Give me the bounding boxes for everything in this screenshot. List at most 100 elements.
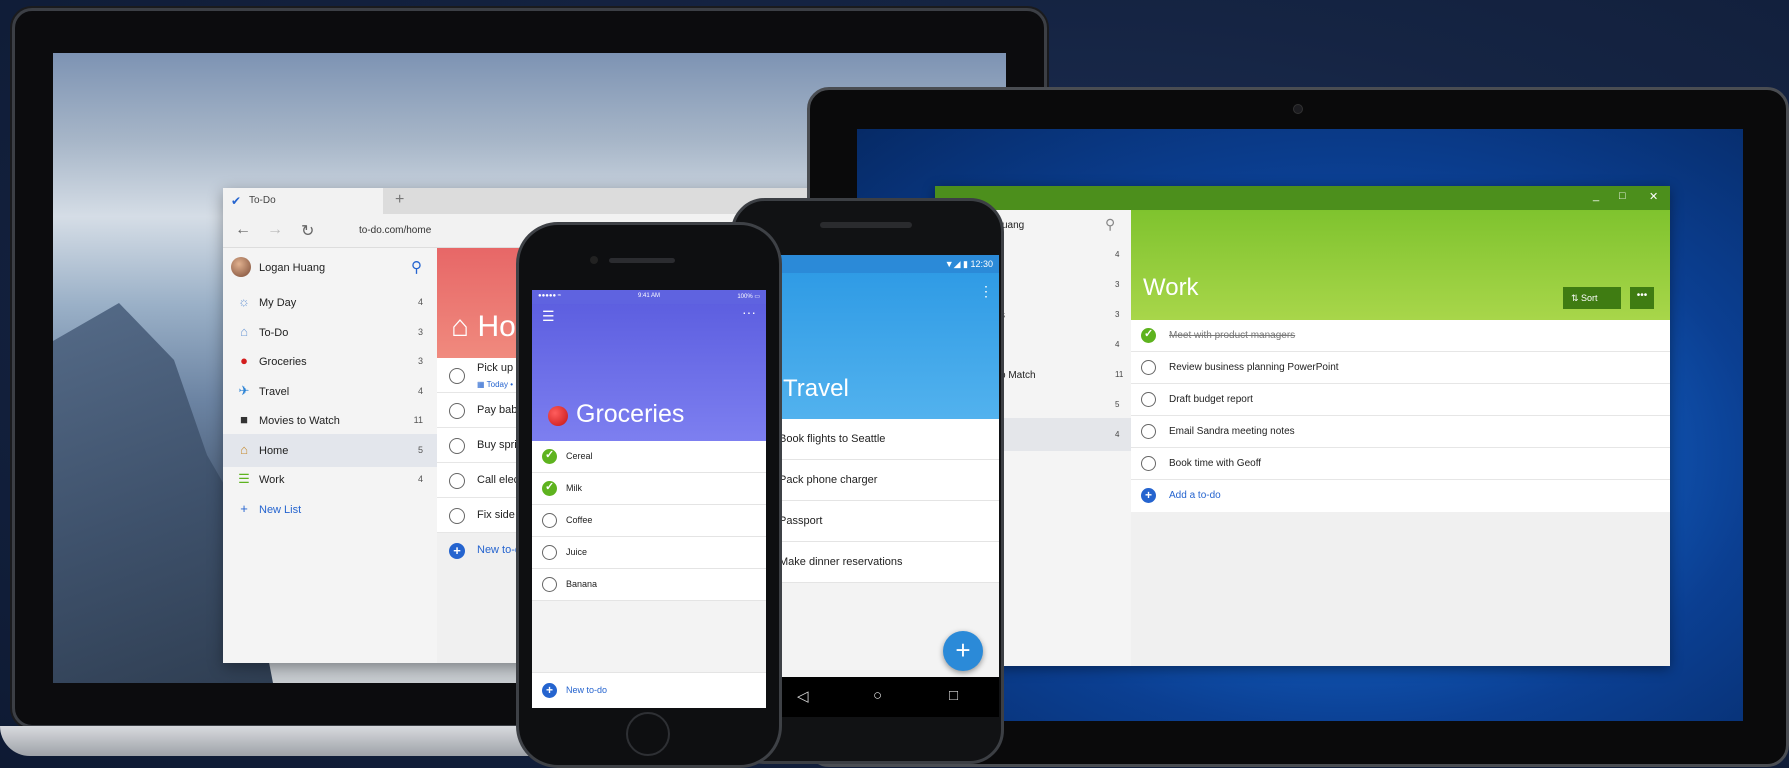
list-header: ⋮ Travel [765, 273, 999, 419]
task-checkbox[interactable] [449, 403, 465, 419]
new-list-label: New List [259, 503, 302, 516]
task-row[interactable]: Juice [532, 537, 766, 569]
sidebar-item-label: Movies to Watch [259, 415, 340, 427]
home-outline-icon: ⌂ [240, 323, 248, 339]
search-icon[interactable]: ⚲ [411, 258, 422, 276]
iphone-screen: ●●●●● ≈ 9:41 AM 100% ▭ ☰ ··· Groceries C… [532, 290, 766, 708]
add-task-row[interactable]: + New to-do [532, 672, 766, 708]
task-checkbox[interactable] [542, 513, 557, 528]
task-text: Juice [566, 547, 588, 557]
avatar [231, 257, 251, 277]
tablet-camera [1293, 104, 1303, 114]
list-header: Work ⇅ Sort ••• [1131, 210, 1670, 320]
sidebar-item-count: 3 [417, 356, 423, 366]
checkmark-icon: ✔ [231, 194, 242, 208]
windows-todo-app: _ □ ✕ uang ⚲ 43s34o Match1154 Work ⇅ Sor… [935, 186, 1670, 666]
list-icon: ☰ [238, 471, 250, 486]
sidebar-item-count: 3 [1115, 310, 1120, 319]
maximize-button[interactable]: □ [1619, 190, 1626, 202]
minimize-button[interactable]: _ [1593, 190, 1599, 202]
iphone-home-button[interactable] [626, 712, 670, 756]
task-row[interactable]: Meet with product managers [1131, 320, 1670, 352]
add-task-label: Add a to-do [1169, 490, 1221, 501]
apple-icon [548, 406, 568, 426]
task-checkbox[interactable] [1141, 392, 1156, 407]
task-list: Cereal Milk Coffee Juice Banana [532, 441, 766, 601]
android-screen: ▼◢ ▮ 12:30 ⋮ Travel Book flights to Seat… [765, 255, 999, 717]
list-title: Groceries [576, 400, 685, 428]
hamburger-menu-icon[interactable]: ☰ [542, 308, 555, 325]
sidebar-item-count: 4 [1115, 430, 1120, 439]
sidebar-item-count: 5 [1115, 400, 1120, 409]
task-checkbox[interactable] [542, 577, 557, 592]
task-checkbox[interactable] [449, 473, 465, 489]
task-checkbox[interactable] [1141, 360, 1156, 375]
task-row[interactable]: Pack phone charger [765, 460, 999, 501]
more-options-icon[interactable]: ··· [742, 304, 756, 320]
user-name: Logan Huang [259, 262, 326, 274]
sidebar-item-label: o Match [1000, 370, 1036, 381]
iphone-camera [590, 256, 598, 264]
task-text: Email Sandra meeting notes [1169, 426, 1295, 437]
user-profile[interactable]: Logan Huang ⚲ [223, 254, 437, 282]
back-icon[interactable]: ◁ [797, 687, 809, 705]
task-row[interactable]: Passport [765, 501, 999, 542]
task-row[interactable]: Email Sandra meeting notes [1131, 416, 1670, 448]
task-checkbox[interactable] [1141, 327, 1156, 343]
task-checkbox[interactable] [1141, 456, 1156, 471]
task-row[interactable]: Book flights to Seattle [765, 419, 999, 460]
add-task-row[interactable]: + Add a to-do [1131, 480, 1670, 512]
list-header: ☰ ··· Groceries [532, 304, 766, 441]
new-tab-button[interactable]: + [395, 191, 404, 209]
sidebar-item-count: 4 [1115, 340, 1120, 349]
browser-tab[interactable]: ✔ To-Do [223, 188, 383, 214]
new-list-button[interactable]: + New List [223, 493, 437, 526]
sidebar-item-count: 4 [417, 474, 423, 484]
task-row[interactable]: Book time with Geoff [1131, 448, 1670, 480]
list-title: Travel [783, 375, 849, 402]
back-arrow-icon[interactable]: ← [235, 221, 251, 239]
more-options-icon[interactable]: ⋮ [979, 283, 993, 300]
recents-icon[interactable]: □ [949, 687, 958, 704]
sort-button[interactable]: ⇅ Sort [1563, 287, 1621, 309]
task-row[interactable]: Coffee [532, 505, 766, 537]
task-list: Meet with product managers Review busines… [1131, 320, 1670, 512]
search-icon[interactable]: ⚲ [1105, 216, 1115, 233]
sidebar-item[interactable]: ☰ Work 4 [223, 463, 437, 496]
task-row[interactable]: Cereal [532, 441, 766, 473]
house-icon: ⌂ [240, 441, 248, 457]
home-circle-icon[interactable]: ○ [873, 687, 882, 704]
sidebar-item[interactable]: ☼ My Day 4 [223, 286, 437, 319]
house-icon: ⌂ [451, 310, 470, 343]
tab-title: To-Do [249, 195, 276, 206]
refresh-icon[interactable]: ↻ [301, 221, 314, 241]
task-row[interactable]: Draft budget report [1131, 384, 1670, 416]
task-checkbox[interactable] [449, 368, 465, 384]
status-bar: ▼◢ ▮ 12:30 [765, 255, 999, 273]
todo-sidebar: Logan Huang ⚲ ☼ My Day 4 ⌂ To-Do 3 ● Groceries 3… [223, 248, 437, 663]
task-checkbox[interactable] [449, 438, 465, 454]
task-checkbox[interactable] [542, 448, 557, 464]
close-button[interactable]: ✕ [1649, 190, 1658, 203]
add-task-fab[interactable]: + [943, 631, 983, 671]
task-row[interactable]: Review business planning PowerPoint [1131, 352, 1670, 384]
task-row[interactable]: Banana [532, 569, 766, 601]
task-row[interactable]: Milk [532, 473, 766, 505]
task-text: Draft budget report [1169, 394, 1253, 405]
sidebar-item[interactable]: ● Groceries 3 [223, 345, 437, 378]
task-checkbox[interactable] [542, 545, 557, 560]
sidebar-item[interactable]: ⌂ Home 5 [223, 433, 437, 467]
task-checkbox[interactable] [1141, 424, 1156, 439]
task-checkbox[interactable] [449, 508, 465, 524]
more-options-button[interactable]: ••• [1630, 287, 1654, 309]
forward-arrow-icon[interactable]: → [267, 221, 283, 239]
sidebar-item[interactable]: ⌂ To-Do 3 [223, 316, 437, 349]
task-text: Make dinner reservations [779, 556, 903, 568]
plus-icon: + [449, 543, 465, 559]
task-row[interactable]: Make dinner reservations [765, 542, 999, 583]
sidebar-item[interactable]: ✈ Travel 4 [223, 375, 437, 408]
sidebar-item[interactable]: ■ Movies to Watch 11 [223, 404, 437, 437]
url-field[interactable]: to-do.com/home [359, 225, 431, 236]
sidebar-item-label: Work [259, 474, 285, 486]
task-checkbox[interactable] [542, 480, 557, 496]
